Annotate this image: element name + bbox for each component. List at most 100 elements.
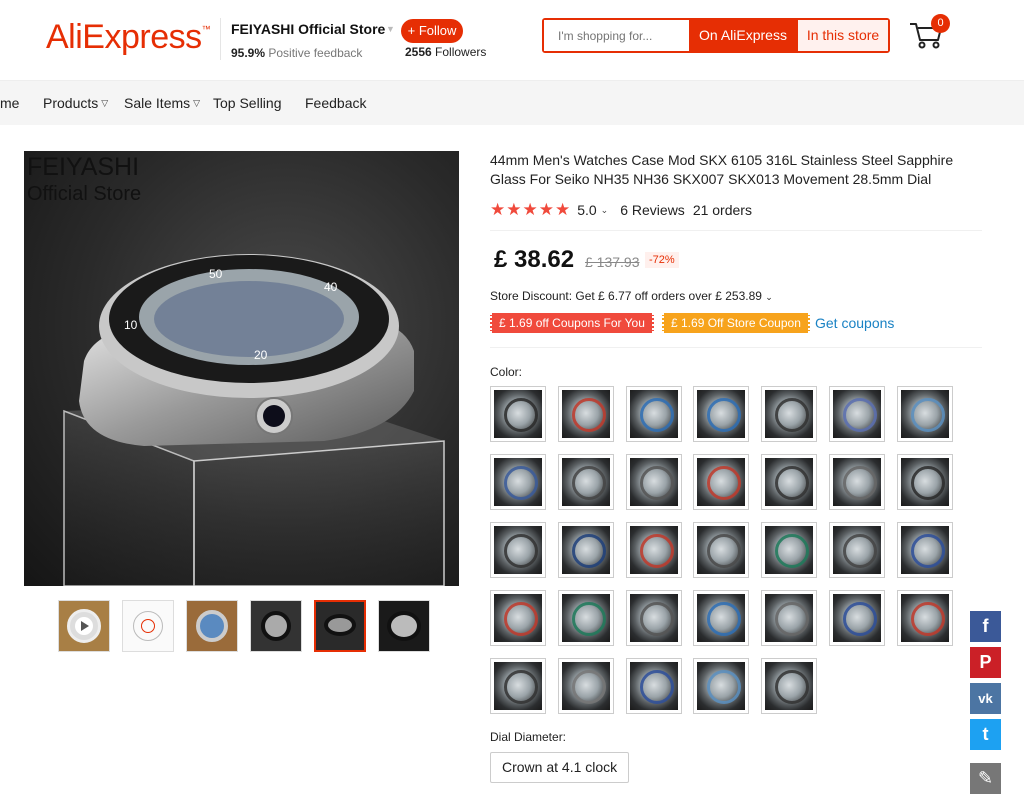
rating-row: ★★★★★ 5.0 ⌄ 6 Reviews 21 orders [490, 200, 752, 220]
color-swatch[interactable] [557, 590, 614, 646]
pinterest-share-button[interactable]: P [970, 647, 1001, 678]
color-swatch[interactable] [557, 522, 614, 578]
color-swatch[interactable] [625, 590, 682, 646]
thumbnail-diagram[interactable] [122, 600, 174, 652]
watch-thumbnail-image [494, 458, 542, 506]
chevron-down-icon: ▽ [101, 97, 109, 108]
product-main-image[interactable]: 50 40 10 20 FEIYASHI Official Store [24, 151, 459, 586]
thumbnail-selected[interactable] [314, 600, 366, 652]
watch-thumbnail-image [900, 390, 949, 438]
dial-diameter-label: Dial Diameter: [490, 730, 567, 744]
color-swatch[interactable] [490, 522, 546, 578]
twitter-icon: t [982, 724, 989, 744]
rating-value[interactable]: 5.0 [577, 202, 596, 218]
product-title: 44mm Men's Watches Case Mod SKX 6105 316… [490, 152, 954, 187]
vk-share-button[interactable]: vk [970, 683, 1001, 714]
watch-thumbnail-image [697, 526, 746, 574]
follow-button[interactable]: + Follow [401, 19, 463, 43]
watch-thumbnail-image [697, 458, 746, 506]
nav-item-feedback[interactable]: Feedback [305, 95, 366, 111]
watch-thumbnail-image [697, 662, 746, 710]
coupon-for-you[interactable]: £ 1.69 off Coupons For You [490, 313, 654, 333]
header-divider [220, 18, 221, 60]
color-swatch[interactable] [761, 590, 818, 646]
search-in-store-button[interactable]: In this store [797, 20, 888, 51]
color-swatch[interactable] [761, 658, 818, 714]
thumbnail-case-side[interactable] [250, 600, 302, 652]
color-swatch[interactable] [625, 522, 682, 578]
color-swatch[interactable] [896, 522, 953, 578]
color-swatch[interactable] [828, 386, 885, 442]
color-swatch[interactable] [693, 658, 750, 714]
color-swatch[interactable] [896, 386, 953, 442]
search-bar: On AliExpress In this store [542, 18, 890, 53]
color-swatch[interactable] [625, 386, 682, 442]
color-swatch[interactable] [557, 386, 614, 442]
color-swatch[interactable] [896, 454, 953, 510]
color-swatch[interactable] [761, 454, 818, 510]
color-swatch[interactable] [828, 522, 885, 578]
color-swatch[interactable] [625, 454, 682, 510]
followers-count: 2556 Followers [405, 45, 487, 59]
store-coupon[interactable]: £ 1.69 Off Store Coupon [662, 313, 810, 333]
vk-icon: vk [978, 691, 993, 706]
color-swatch[interactable] [625, 658, 682, 714]
pencil-icon: ✎ [977, 768, 994, 788]
store-discount[interactable]: Store Discount: Get £ 6.77 off orders ov… [490, 289, 773, 303]
color-swatch[interactable] [761, 522, 818, 578]
thumbnail-video[interactable] [58, 600, 110, 652]
color-swatch[interactable] [490, 386, 546, 442]
color-swatch[interactable] [693, 454, 750, 510]
watch-thumbnail-image [765, 458, 814, 506]
thumbnail-blue-dial[interactable] [186, 600, 238, 652]
cart-count-badge: 0 [931, 14, 950, 33]
watch-case-image: 50 40 10 20 [63, 254, 445, 586]
svg-text:40: 40 [324, 280, 338, 294]
watch-thumbnail-image [561, 594, 610, 642]
watch-thumbnail-image [832, 526, 881, 574]
color-swatch[interactable] [896, 590, 953, 646]
reviews-link[interactable]: 6 Reviews [620, 202, 685, 218]
watch-thumbnail-image [629, 594, 678, 642]
original-price: £ 137.93 [585, 254, 640, 270]
nav-item-top-selling[interactable]: Top Selling [213, 95, 282, 111]
aliexpress-logo[interactable]: AliExpress™ [46, 18, 211, 57]
nav-item-home[interactable]: me [0, 95, 19, 111]
twitter-share-button[interactable]: t [970, 719, 1001, 750]
facebook-icon: f [982, 616, 989, 636]
color-swatch[interactable] [693, 386, 750, 442]
current-price: £ 38.62 [494, 246, 575, 273]
chevron-down-icon[interactable]: ▼ [386, 24, 395, 34]
get-coupons-link[interactable]: Get coupons [815, 315, 894, 331]
watch-thumbnail-image [765, 390, 814, 438]
color-swatch[interactable] [693, 522, 750, 578]
search-input[interactable] [544, 20, 689, 51]
nav-item-sale-items[interactable]: Sale Items ▽ [124, 95, 200, 111]
search-on-aliexpress-button[interactable]: On AliExpress [689, 20, 797, 51]
color-swatch[interactable] [693, 590, 750, 646]
dial-option-button[interactable]: Crown at 4.1 clock [490, 752, 630, 783]
color-swatch[interactable] [557, 658, 614, 714]
watch-thumbnail-image [629, 526, 678, 574]
watch-thumbnail-image [561, 458, 610, 506]
watch-thumbnail-image [494, 594, 542, 642]
watermark-official-store: Official Store [27, 183, 142, 205]
thumbnail-case-angle[interactable] [378, 600, 430, 652]
watch-thumbnail-image [697, 594, 746, 642]
edit-button[interactable]: ✎ [970, 763, 1001, 794]
color-swatch[interactable] [828, 590, 885, 646]
chevron-down-icon: ▽ [193, 97, 201, 108]
store-name[interactable]: FEIYASHI Official Store [231, 21, 385, 37]
color-swatch[interactable] [490, 590, 546, 646]
watch-thumbnail-image [494, 662, 542, 710]
nav-item-products[interactable]: Products ▽ [43, 95, 108, 111]
chevron-down-icon[interactable]: ⌄ [601, 205, 609, 216]
color-swatch[interactable] [761, 386, 818, 442]
color-swatch[interactable] [828, 454, 885, 510]
svg-text:10: 10 [124, 318, 138, 332]
color-swatch[interactable] [490, 454, 546, 510]
star-rating-icon: ★★★★★ [490, 200, 572, 219]
facebook-share-button[interactable]: f [970, 611, 1001, 642]
color-swatch[interactable] [557, 454, 614, 510]
color-swatch[interactable] [490, 658, 546, 714]
